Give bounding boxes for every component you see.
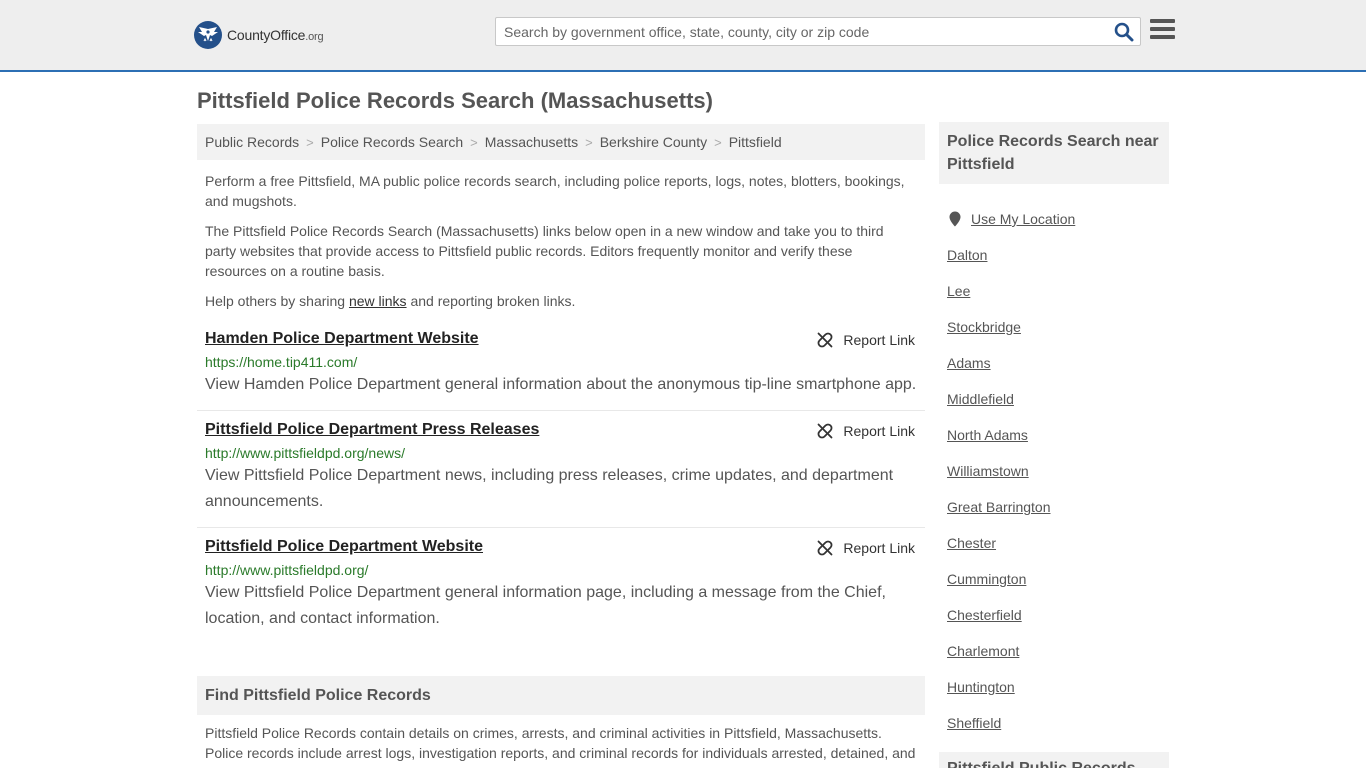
list-item: Great Barrington	[947, 489, 1169, 525]
location-pin-icon	[949, 211, 961, 227]
resource-link-url: http://www.pittsfieldpd.org/news/	[205, 445, 405, 461]
report-link-label: Report Link	[843, 540, 915, 556]
sidebar-heading: Police Records Search near Pittsfield	[939, 122, 1169, 184]
list-item: Chesterfield	[947, 597, 1169, 633]
site-logo[interactable]: CountyOffice.org	[194, 21, 324, 49]
sidebar-heading-public-records: Pittsfield Public Records	[939, 752, 1169, 768]
list-item: Williamstown	[947, 453, 1169, 489]
nearby-city-link[interactable]: Adams	[947, 355, 991, 371]
resource-link-title[interactable]: Pittsfield Police Department Press Relea…	[205, 421, 539, 439]
nearby-city-link[interactable]: Stockbridge	[947, 319, 1021, 335]
nearby-city-link[interactable]: Williamstown	[947, 463, 1029, 479]
list-item: Dalton	[947, 237, 1169, 273]
site-header: CountyOffice.org	[0, 0, 1366, 72]
list-item: Cummington	[947, 561, 1169, 597]
breadcrumb-public-records[interactable]: Public Records	[205, 134, 299, 150]
breadcrumb-separator-icon: >	[470, 134, 478, 150]
breadcrumb-separator-icon: >	[714, 134, 722, 150]
list-item: Sheffield	[947, 705, 1169, 741]
hamburger-menu-icon[interactable]	[1150, 19, 1175, 41]
resource-link-title[interactable]: Pittsfield Police Department Website	[205, 538, 483, 556]
resource-link-url: https://home.tip411.com/	[205, 354, 358, 370]
breadcrumb-separator-icon: >	[306, 134, 314, 150]
breadcrumb-police-records-search[interactable]: Police Records Search	[321, 134, 463, 150]
report-link-button[interactable]: Report Link	[817, 540, 915, 556]
use-my-location-item: Use My Location	[947, 201, 1169, 237]
resource-link-url: http://www.pittsfieldpd.org/	[205, 562, 369, 578]
search-box	[495, 17, 1141, 46]
intro-text: Perform a free Pittsfield, MA public pol…	[205, 171, 917, 321]
intro-paragraph-3: Help others by sharing new links and rep…	[205, 293, 576, 309]
find-records-text: Pittsfield Police Records contain detail…	[205, 725, 916, 761]
use-my-location-link[interactable]: Use My Location	[971, 211, 1075, 227]
nearby-city-link[interactable]: Sheffield	[947, 715, 1001, 731]
search-icon[interactable]	[1114, 22, 1134, 42]
nearby-city-link[interactable]: Great Barrington	[947, 499, 1051, 515]
logo-wordmark: CountyOffice.org	[227, 27, 324, 43]
nearby-cities-list: Use My Location Dalton Lee Stockbridge A…	[947, 201, 1169, 741]
nearby-city-link[interactable]: Cummington	[947, 571, 1026, 587]
nearby-city-link[interactable]: Dalton	[947, 247, 987, 263]
report-link-button[interactable]: Report Link	[817, 332, 915, 348]
intro-paragraph-1: Perform a free Pittsfield, MA public pol…	[205, 173, 905, 209]
broken-link-icon	[817, 423, 833, 439]
find-records-heading: Find Pittsfield Police Records	[197, 676, 925, 715]
report-link-button[interactable]: Report Link	[817, 423, 915, 439]
list-item: Charlemont	[947, 633, 1169, 669]
nearby-city-link[interactable]: Chesterfield	[947, 607, 1022, 623]
breadcrumb-massachusetts[interactable]: Massachusetts	[485, 134, 578, 150]
intro-paragraph-2: The Pittsfield Police Records Search (Ma…	[205, 223, 884, 279]
list-item: Stockbridge	[947, 309, 1169, 345]
breadcrumb-berkshire-county[interactable]: Berkshire County	[600, 134, 707, 150]
report-link-label: Report Link	[843, 423, 915, 439]
new-links-link[interactable]: new links	[349, 293, 407, 309]
resource-link-item: Pittsfield Police Department Press Relea…	[197, 421, 925, 528]
breadcrumb-separator-icon: >	[585, 134, 593, 150]
resource-link-title[interactable]: Hamden Police Department Website	[205, 330, 479, 348]
breadcrumb-pittsfield[interactable]: Pittsfield	[729, 134, 782, 150]
list-item: Chester	[947, 525, 1169, 561]
list-item: Middlefield	[947, 381, 1169, 417]
list-item: Adams	[947, 345, 1169, 381]
list-item: North Adams	[947, 417, 1169, 453]
report-link-label: Report Link	[843, 332, 915, 348]
list-item: Huntington	[947, 669, 1169, 705]
nearby-city-link[interactable]: Lee	[947, 283, 970, 299]
resource-link-item: Hamden Police Department Website Report …	[197, 330, 925, 411]
breadcrumb: Public Records > Police Records Search >…	[197, 124, 925, 160]
resource-link-item: Pittsfield Police Department Website Rep…	[197, 538, 925, 638]
broken-link-icon	[817, 332, 833, 348]
resource-link-description: View Pittsfield Police Department genera…	[205, 584, 886, 627]
nearby-city-link[interactable]: Chester	[947, 535, 996, 551]
nearby-city-link[interactable]: Middlefield	[947, 391, 1014, 407]
eagle-seal-icon	[194, 21, 222, 49]
nearby-city-link[interactable]: Huntington	[947, 679, 1015, 695]
nearby-city-link[interactable]: Charlemont	[947, 643, 1019, 659]
resource-link-description: View Hamden Police Department general in…	[205, 376, 917, 393]
nearby-city-link[interactable]: North Adams	[947, 427, 1028, 443]
search-input[interactable]	[496, 18, 1096, 45]
list-item: Lee	[947, 273, 1169, 309]
broken-link-icon	[817, 540, 833, 556]
page-title: Pittsfield Police Records Search (Massac…	[197, 88, 713, 113]
resource-link-description: View Pittsfield Police Department news, …	[205, 467, 894, 510]
